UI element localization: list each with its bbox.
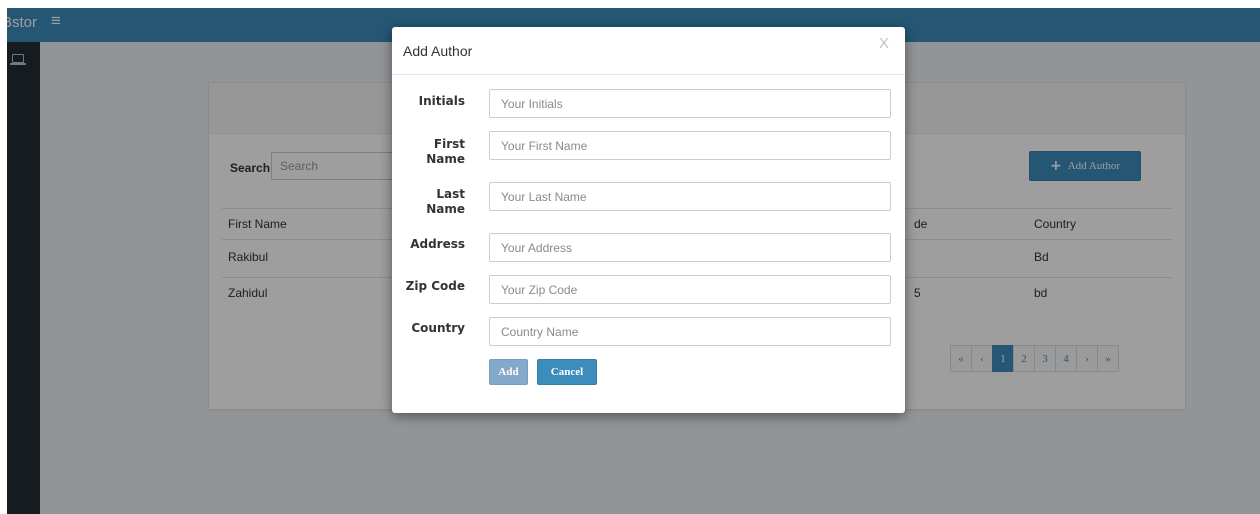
first-name-input[interactable]	[489, 131, 891, 160]
country-label: Country	[411, 321, 465, 335]
add-author-modal: Add Author X Initials First Name Last Na…	[392, 27, 905, 413]
last-name-label: Last Name	[426, 187, 465, 216]
modal-header: Add Author X	[392, 27, 905, 75]
add-button[interactable]: Add	[489, 359, 528, 385]
initials-input[interactable]	[489, 89, 891, 118]
first-name-label: First Name	[426, 137, 465, 166]
zip-code-input[interactable]	[489, 275, 891, 304]
last-name-input[interactable]	[489, 182, 891, 211]
modal-title: Add Author	[403, 43, 473, 59]
address-input[interactable]	[489, 233, 891, 262]
close-button[interactable]: X	[879, 35, 889, 52]
initials-label: Initials	[418, 94, 465, 108]
country-input[interactable]	[489, 317, 891, 346]
address-label: Address	[410, 237, 465, 251]
zip-code-label: Zip Code	[405, 279, 465, 293]
cancel-button[interactable]: Cancel	[537, 359, 597, 385]
